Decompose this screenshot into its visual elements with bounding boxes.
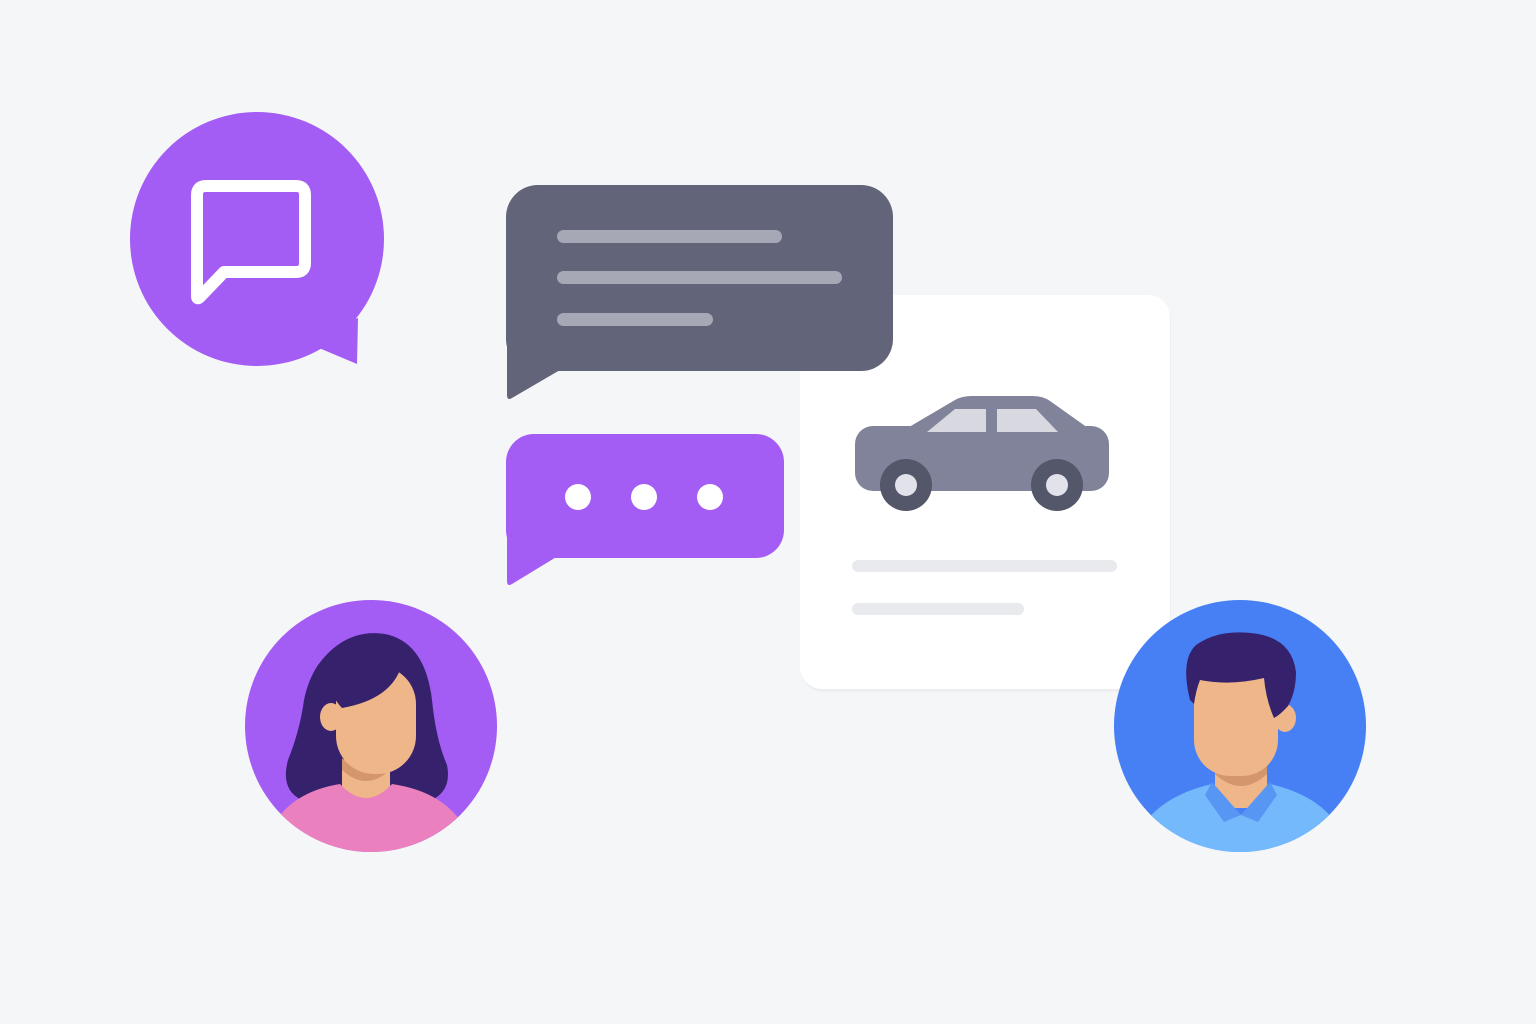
card-text-line [852, 603, 1024, 615]
illustration [0, 0, 1536, 1024]
car-hub-front [895, 474, 917, 496]
typing-dot [697, 484, 723, 510]
card-text-line [852, 560, 1117, 572]
message-text-line [557, 271, 842, 284]
message-text-line [557, 230, 782, 243]
message-bubble [506, 185, 893, 399]
message-text-line [557, 313, 713, 326]
typing-dot [565, 484, 591, 510]
typing-dot [631, 484, 657, 510]
app-badge [130, 112, 384, 366]
car-hub-rear [1046, 474, 1068, 496]
scene [0, 0, 1536, 1024]
